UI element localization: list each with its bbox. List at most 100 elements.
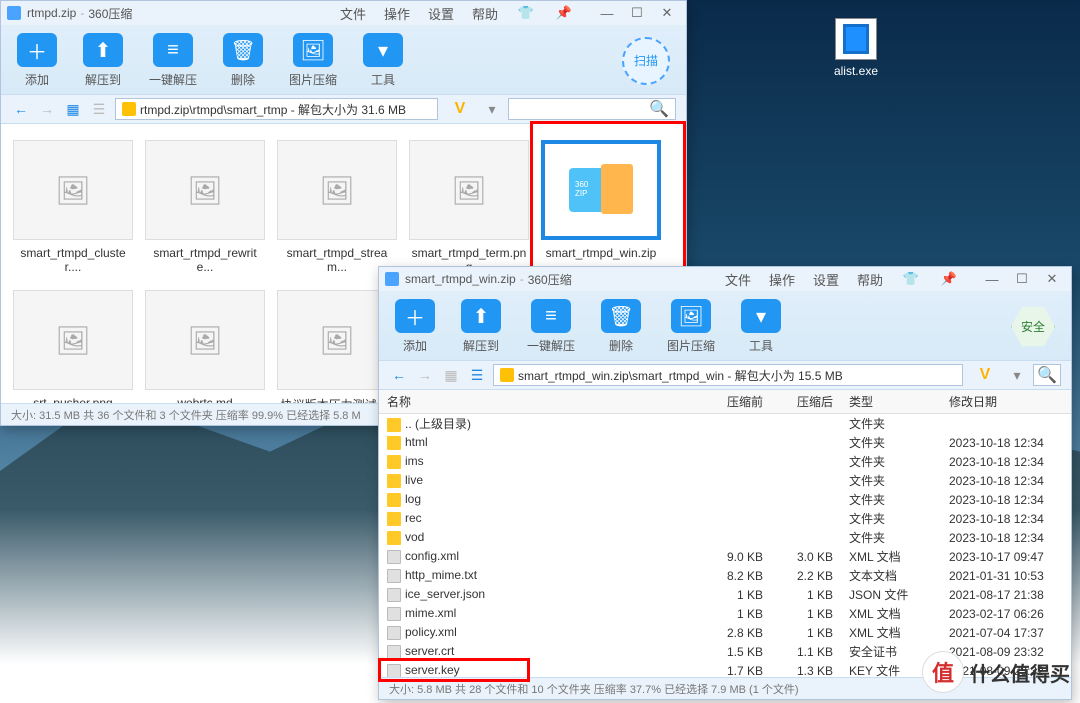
- oneclick-button[interactable]: ≡一键解压: [149, 33, 197, 88]
- thumb-item[interactable]: 🖼smart_rtmpd_cluster....: [9, 136, 137, 278]
- row-after: 1 KB: [771, 626, 841, 640]
- desktop-icon-alist[interactable]: alist.exe: [834, 18, 878, 78]
- close-button[interactable]: ✕: [1039, 269, 1065, 289]
- dropdown-v[interactable]: V: [444, 100, 476, 118]
- thumb-item[interactable]: 🖼smart_rtmpd_term.png: [405, 136, 533, 278]
- add-button[interactable]: ＋添加: [17, 33, 57, 88]
- pin-icon[interactable]: 📌: [554, 3, 574, 23]
- coat-icon[interactable]: 👕: [516, 3, 536, 23]
- imgcompress-button[interactable]: 🖼图片压缩: [289, 33, 337, 88]
- extract-button[interactable]: ⬆解压到: [461, 299, 501, 354]
- col-name[interactable]: 名称: [379, 393, 701, 410]
- close-button[interactable]: ✕: [654, 3, 680, 23]
- pin-icon[interactable]: 📌: [939, 269, 959, 289]
- thumb-label: smart_rtmpd_win.zip: [546, 246, 657, 260]
- view-large-icon[interactable]: ▦: [63, 99, 83, 119]
- row-after: 1 KB: [771, 607, 841, 621]
- menu-file[interactable]: 文件: [340, 4, 366, 23]
- list-header[interactable]: 名称 压缩前 压缩后 类型 修改日期: [379, 390, 1071, 414]
- menu-operate[interactable]: 操作: [769, 270, 795, 289]
- col-date[interactable]: 修改日期: [941, 393, 1071, 410]
- plus-icon: ＋: [395, 299, 435, 333]
- list-row[interactable]: config.xml9.0 KB3.0 KBXML 文档2023-10-17 0…: [379, 547, 1071, 566]
- dropdown-v[interactable]: V: [969, 366, 1001, 384]
- list-row[interactable]: server.crt1.5 KB1.1 KB安全证书2021-08-09 23:…: [379, 642, 1071, 661]
- path-input[interactable]: rtmpd.zip\rtmpd\smart_rtmp - 解包大小为 31.6 …: [115, 98, 438, 120]
- thumb-item[interactable]: 🖼srt_pusher.png: [9, 286, 137, 403]
- file-list[interactable]: 名称 压缩前 压缩后 类型 修改日期 .. (上级目录)文件夹html文件夹20…: [379, 390, 1071, 677]
- list-row[interactable]: rec文件夹2023-10-18 12:34: [379, 509, 1071, 528]
- coat-icon[interactable]: 👕: [901, 269, 921, 289]
- delete-button[interactable]: 🗑删除: [223, 33, 263, 88]
- title-app: 360压缩: [88, 5, 132, 22]
- maximize-button[interactable]: ☐: [1009, 269, 1035, 289]
- menu-file[interactable]: 文件: [725, 270, 751, 289]
- add-button[interactable]: ＋添加: [395, 299, 435, 354]
- folder-icon: [387, 455, 401, 469]
- file-icon: [387, 664, 401, 677]
- search-input[interactable]: 🔍: [508, 98, 676, 120]
- list-row[interactable]: ice_server.json1 KB1 KBJSON 文件2021-08-17…: [379, 585, 1071, 604]
- view-list-icon[interactable]: ☰: [467, 365, 487, 385]
- row-after: 2.2 KB: [771, 569, 841, 583]
- safe-badge[interactable]: 安全: [1011, 305, 1055, 349]
- list-row[interactable]: server.key1.7 KB1.3 KBKEY 文件2021-08-09 2…: [379, 661, 1071, 677]
- row-name: ims: [405, 454, 424, 468]
- scan-badge[interactable]: 扫描: [622, 37, 670, 85]
- row-type: 文件夹: [841, 472, 941, 489]
- col-type[interactable]: 类型: [841, 393, 941, 410]
- menu-operate[interactable]: 操作: [384, 4, 410, 23]
- view-large-icon[interactable]: ▦: [441, 365, 461, 385]
- menu-settings[interactable]: 设置: [813, 270, 839, 289]
- thumb-item[interactable]: 🖼smart_rtmpd_stream...: [273, 136, 401, 278]
- file-icon: [387, 550, 401, 564]
- list-row[interactable]: ims文件夹2023-10-18 12:34: [379, 452, 1071, 471]
- thumb-item[interactable]: 🖼webrtc.md: [141, 286, 269, 403]
- col-before[interactable]: 压缩前: [701, 393, 771, 410]
- back-button[interactable]: ←: [389, 365, 409, 385]
- extract-button[interactable]: ⬆解压到: [83, 33, 123, 88]
- list-row[interactable]: html文件夹2023-10-18 12:34: [379, 433, 1071, 452]
- tools-button[interactable]: ▾工具: [741, 299, 781, 354]
- row-name: server.key: [405, 663, 460, 677]
- tools-icon: ▾: [363, 33, 403, 67]
- list-row[interactable]: live文件夹2023-10-18 12:34: [379, 471, 1071, 490]
- folder-icon: [387, 512, 401, 526]
- list-row[interactable]: mime.xml1 KB1 KBXML 文档2023-02-17 06:26: [379, 604, 1071, 623]
- view-list-icon[interactable]: ☰: [89, 99, 109, 119]
- menu-help[interactable]: 帮助: [472, 4, 498, 23]
- row-type: JSON 文件: [841, 586, 941, 603]
- menu-help[interactable]: 帮助: [857, 270, 883, 289]
- list-row[interactable]: log文件夹2023-10-18 12:34: [379, 490, 1071, 509]
- col-after[interactable]: 压缩后: [771, 393, 841, 410]
- trash-icon: 🗑: [223, 33, 263, 67]
- list-row[interactable]: vod文件夹2023-10-18 12:34: [379, 528, 1071, 547]
- forward-button[interactable]: →: [415, 365, 435, 385]
- chevron-down-icon[interactable]: ▾: [482, 99, 502, 119]
- thumb-item[interactable]: 🖼smart_rtmpd_rewrite...: [141, 136, 269, 278]
- image-icon: 🖼: [293, 33, 333, 67]
- row-type: 文件夹: [841, 415, 941, 432]
- back-button[interactable]: ←: [11, 99, 31, 119]
- list-row[interactable]: .. (上级目录)文件夹: [379, 414, 1071, 433]
- tools-button[interactable]: ▾工具: [363, 33, 403, 88]
- search-button[interactable]: 🔍: [1033, 364, 1061, 386]
- row-type: 安全证书: [841, 643, 941, 660]
- thumb-item[interactable]: 360ZIP smart_rtmpd_win.zip: [537, 136, 665, 278]
- path-input[interactable]: smart_rtmpd_win.zip\smart_rtmpd_win - 解包…: [493, 364, 963, 386]
- delete-button[interactable]: 🗑删除: [601, 299, 641, 354]
- list-row[interactable]: policy.xml2.8 KB1 KBXML 文档2021-07-04 17:…: [379, 623, 1071, 642]
- titlebar[interactable]: rtmpd.zip - 360压缩 文件 操作 设置 帮助 👕 📌 — ☐ ✕: [1, 1, 686, 25]
- imgcompress-button[interactable]: 🖼图片压缩: [667, 299, 715, 354]
- titlebar[interactable]: smart_rtmpd_win.zip - 360压缩 文件 操作 设置 帮助 …: [379, 267, 1071, 291]
- minimize-button[interactable]: —: [979, 269, 1005, 289]
- oneclick-button[interactable]: ≡一键解压: [527, 299, 575, 354]
- forward-button[interactable]: →: [37, 99, 57, 119]
- list-row[interactable]: http_mime.txt8.2 KB2.2 KB文本文档2021-01-31 …: [379, 566, 1071, 585]
- minimize-button[interactable]: —: [594, 3, 620, 23]
- menu-settings[interactable]: 设置: [428, 4, 454, 23]
- row-before: 8.2 KB: [701, 569, 771, 583]
- chevron-down-icon[interactable]: ▾: [1007, 365, 1027, 385]
- row-date: 2021-08-09 23:32: [941, 645, 1071, 659]
- maximize-button[interactable]: ☐: [624, 3, 650, 23]
